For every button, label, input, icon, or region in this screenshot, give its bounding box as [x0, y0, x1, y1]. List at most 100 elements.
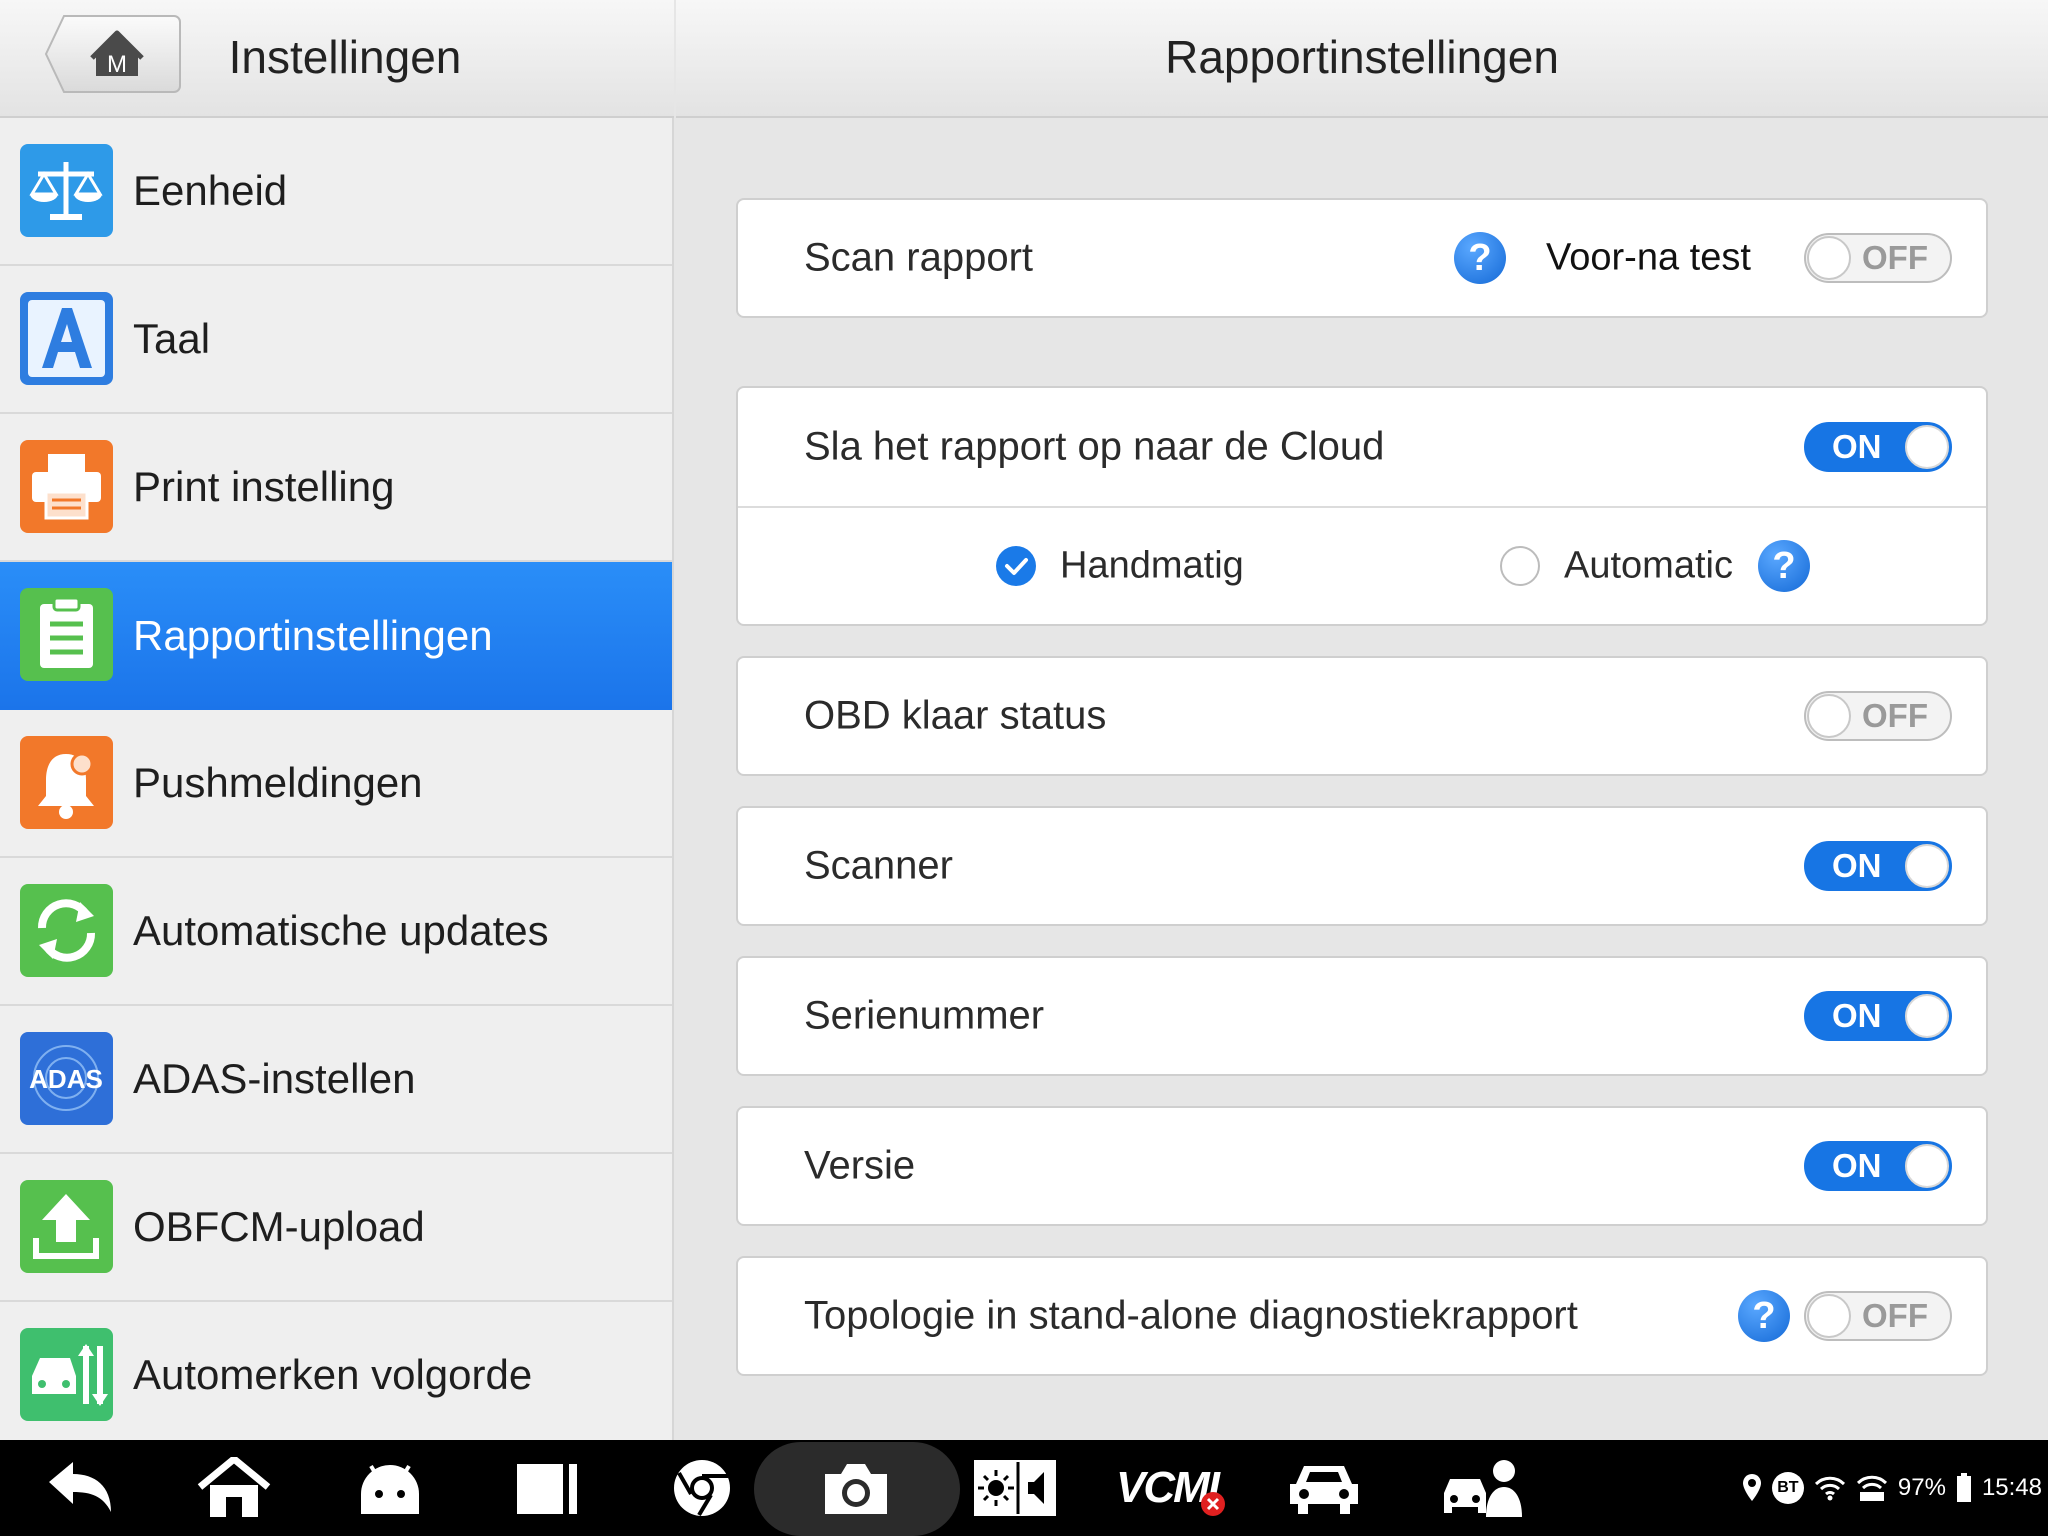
toggle-state-text: ON	[1832, 997, 1882, 1034]
automatic-label: Automatic	[1564, 544, 1733, 587]
scanner-toggle[interactable]: ON	[1804, 841, 1952, 891]
back-button[interactable]	[40, 1440, 120, 1536]
browser-button[interactable]	[662, 1440, 742, 1536]
page-title: Rapportinstellingen	[1165, 31, 1559, 83]
status-bar: BT 97% 15:48	[1742, 1440, 2042, 1536]
sidebar-item-automatische-updates[interactable]: Automatische updates	[0, 858, 672, 1006]
handmatig-radio[interactable]	[996, 546, 1036, 586]
help-glyph: ?	[1772, 545, 1796, 587]
check-icon	[1005, 558, 1028, 575]
serial-number-toggle[interactable]: ON	[1804, 991, 1952, 1041]
prepost-test-toggle[interactable]: OFF	[1804, 233, 1952, 283]
toggle-knob	[1807, 1294, 1851, 1338]
adas-icon: ADAS	[20, 1032, 113, 1125]
upload-icon	[20, 1180, 113, 1273]
clock: 15:48	[1981, 1474, 2042, 1501]
scan-report-card: Scan rapport ? Voor-na test OFF	[736, 198, 1988, 318]
version-toggle[interactable]: ON	[1804, 1141, 1952, 1191]
sidebar-item-taal[interactable]: Taal	[0, 266, 672, 414]
automatic-radio[interactable]	[1500, 546, 1540, 586]
help-icon[interactable]: ?	[1738, 1290, 1790, 1342]
help-icon[interactable]: ?	[1758, 540, 1810, 592]
sidebar-item-rapportinstellingen[interactable]: Rapportinstellingen	[0, 562, 672, 710]
help-glyph: ?	[1752, 1295, 1776, 1337]
serial-number-card: Serienummer ON	[736, 956, 1988, 1076]
topology-toggle[interactable]: OFF	[1804, 1291, 1952, 1341]
version-row: Versie ON	[738, 1108, 1986, 1224]
android-icon	[361, 1464, 419, 1514]
topology-row: Topologie in stand-alone diagnostiekrapp…	[738, 1258, 1986, 1374]
obd-ready-toggle[interactable]: OFF	[1804, 691, 1952, 741]
help-icon[interactable]: ?	[1454, 232, 1506, 284]
cloud-label: Sla het rapport op naar de Cloud	[804, 424, 1385, 469]
toggle-knob	[1807, 694, 1851, 738]
sidebar-item-label: Print instelling	[133, 463, 395, 510]
brightness-volume-button[interactable]	[970, 1440, 1060, 1536]
sidebar-item-adas-instellen[interactable]: ADAS ADAS-instellen	[0, 1006, 672, 1154]
svg-text:ADAS: ADAS	[29, 1064, 103, 1094]
serial-number-row: Serienummer ON	[738, 958, 1986, 1074]
vci-wifi-icon	[1856, 1475, 1887, 1501]
cloud-options-row: Handmatig Automatic ?	[738, 508, 1986, 624]
vehicle-button[interactable]	[1284, 1440, 1364, 1536]
back-icon	[49, 1462, 111, 1512]
sidebar-item-label: Pushmeldingen	[133, 759, 423, 806]
brightness-volume-icon	[974, 1460, 1056, 1516]
scanner-card: Scanner ON	[736, 806, 1988, 926]
sidebar-item-pushmeldingen[interactable]: Pushmeldingen	[0, 710, 672, 858]
scale-icon	[20, 144, 113, 237]
toggle-state-text: OFF	[1862, 697, 1928, 734]
camera-button[interactable]	[816, 1440, 896, 1536]
car-sort-icon	[20, 1328, 113, 1421]
bluetooth-label: BT	[1777, 1479, 1799, 1496]
home-icon	[197, 1457, 271, 1517]
refresh-icon	[20, 884, 113, 977]
cloud-card: Sla het rapport op naar de Cloud ON Hand…	[736, 386, 1988, 626]
bottom-navbar: VCMI BT 97% 15:48	[0, 1440, 2048, 1536]
topology-card: Topologie in stand-alone diagnostiekrapp…	[736, 1256, 1988, 1376]
toggle-state-text: OFF	[1862, 239, 1928, 276]
vcmi-button[interactable]: VCMI	[1112, 1440, 1225, 1536]
clipboard-icon	[20, 588, 113, 681]
wifi-icon	[1814, 1476, 1845, 1501]
sidebar-title-text: Instellingen	[228, 31, 462, 83]
toggle-knob	[1905, 1144, 1949, 1188]
sidebar-item-label: Taal	[133, 315, 211, 362]
cloud-toggle[interactable]: ON	[1804, 422, 1952, 472]
settings-sidebar: M Instellingen Eenheid Taal Print instel…	[0, 0, 674, 1450]
sidebar-item-print-instelling[interactable]: Print instelling	[0, 414, 672, 562]
obd-ready-label: OBD klaar status	[804, 693, 1107, 738]
scanner-row: Scanner ON	[738, 808, 1986, 924]
bell-icon	[20, 736, 113, 829]
vcmi-icon: VCMI	[1116, 1463, 1225, 1516]
obd-ready-row: OBD klaar status OFF	[738, 658, 1986, 774]
scan-report-label: Scan rapport	[804, 235, 1034, 280]
sidebar-item-obfcm-upload[interactable]: OBFCM-upload	[0, 1154, 672, 1302]
toggle-knob	[1807, 236, 1851, 280]
sidebar-item-label: ADAS-instellen	[133, 1055, 416, 1102]
help-glyph: ?	[1468, 237, 1492, 279]
language-a-icon	[20, 292, 113, 385]
browser-icon	[674, 1460, 730, 1517]
toggle-state-text: OFF	[1862, 1297, 1928, 1334]
car-service-button[interactable]	[1438, 1440, 1528, 1536]
android-button[interactable]	[350, 1440, 430, 1536]
recent-apps-button[interactable]	[508, 1440, 588, 1536]
sidebar-item-automerken-volgorde[interactable]: Automerken volgorde	[0, 1302, 672, 1450]
sidebar-list: Eenheid Taal Print instelling Rapportins…	[0, 118, 672, 1450]
home-button[interactable]	[194, 1440, 274, 1536]
scan-report-row: Scan rapport ? Voor-na test OFF	[738, 200, 1986, 316]
obd-ready-card: OBD klaar status OFF	[736, 656, 1988, 776]
version-label: Versie	[804, 1143, 916, 1188]
disconnected-badge-icon	[1201, 1492, 1225, 1516]
main-header: Rapportinstellingen	[676, 0, 2048, 118]
camera-icon	[825, 1464, 887, 1514]
car-icon	[1290, 1466, 1358, 1514]
cloud-row: Sla het rapport op naar de Cloud ON	[738, 388, 1986, 506]
prepost-test-label: Voor-na test	[1546, 236, 1751, 279]
toggle-knob	[1905, 844, 1949, 888]
sidebar-item-eenheid[interactable]: Eenheid	[0, 118, 672, 266]
toggle-knob	[1905, 425, 1949, 469]
toggle-state-text: ON	[1832, 847, 1882, 884]
toggle-knob	[1905, 994, 1949, 1038]
